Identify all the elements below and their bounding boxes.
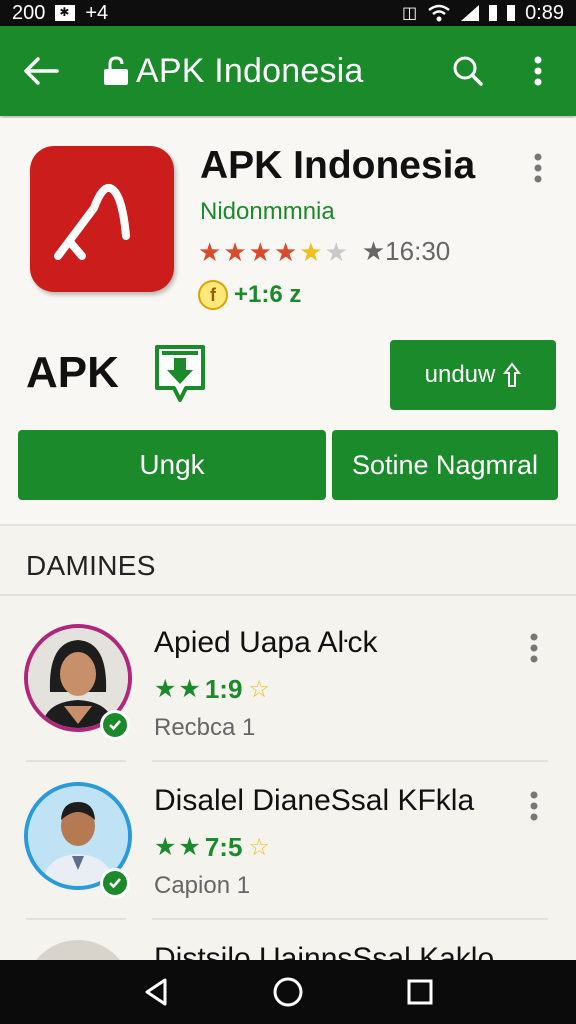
verified-badge-icon [100,868,130,898]
item-rating: ★ ★ 7:5 ☆ [154,832,270,863]
vibrate-icon: ◫ [401,5,418,22]
app-icon [30,146,174,292]
item-subtitle: Recbca 1 [154,714,256,741]
app-more-button[interactable] [520,148,556,188]
developer-name[interactable]: Nidonmmnia [200,198,335,226]
section-title: DAMINES [26,550,156,581]
navigation-bar [0,960,576,1024]
nav-recents-button[interactable] [398,970,442,1014]
app-name: APK Indonesia [200,144,476,187]
back-triangle-icon [145,978,167,1006]
status-bar: 200 +4 ◫ 0:89 [0,0,576,26]
app-rating: ★ ★ ★ ★ ★ ★ ★16:30 [198,236,450,267]
more-vert-icon [530,791,538,821]
status-text: 200 [12,1,46,24]
item-more-button[interactable] [518,630,550,666]
signal-icon [461,5,480,21]
star-icon: ★ [178,675,201,703]
download-badge-icon[interactable] [154,344,206,408]
search-button[interactable] [446,49,490,93]
status-time: 0:89 [525,1,564,24]
overflow-menu-button[interactable] [516,49,560,93]
notification-icon [55,5,76,21]
secondary-action-button[interactable]: Sotine Nagmral [332,430,558,500]
outline-star-icon: ☆ [248,676,270,703]
rating-count: ★16:30 [361,236,451,266]
list-item[interactable]: Apied Uapa Aŀck ★ ★ 1:9 ☆ Recbca 1 [0,624,576,774]
back-arrow-icon [24,57,59,85]
status-extra: +4 [85,1,109,24]
empty-star-icon: ★ [324,236,348,267]
star-icon: ★ [248,236,272,267]
star-icon: ★ [198,236,222,267]
upload-arrow-icon [503,362,522,387]
item-more-button[interactable] [518,788,550,824]
primary-action-button[interactable]: Ungk [18,430,326,500]
lock-icon [104,56,128,85]
list-item[interactable]: Distsilo UainnsSsal Kaklo [0,940,576,960]
app-bar: APK Indonesia [0,26,576,116]
star-icon: ★ [178,833,201,861]
app-logo-icon [54,183,130,260]
item-title: Apied Uapa Aŀck [154,626,378,659]
coin-icon: f [198,280,228,310]
list-divider [152,918,548,920]
item-subtitle: Capion 1 [154,872,251,899]
wifi-icon [428,4,450,22]
coin-row: f +1:6 z [198,280,301,310]
app-header-card: APK Indonesia Nidonmmnia ★ ★ ★ ★ ★ ★ ★16… [0,118,576,526]
app-bar-title: APK Indonesia [136,51,364,90]
search-icon [453,56,483,86]
coin-text: +1:6 z [234,281,302,308]
unduh-button[interactable]: unduw [390,340,556,410]
nav-back-button[interactable] [134,970,178,1014]
list-divider [152,760,548,762]
list-divider [26,918,126,920]
unduh-label: unduw [424,361,496,388]
battery-icon-2 [507,5,516,21]
half-star-icon: ★ [299,236,323,267]
star-icon: ★ [154,833,177,861]
more-vert-icon [534,56,542,86]
item-rating-value: 7:5 [204,832,243,862]
outline-star-icon: ☆ [248,834,270,861]
back-button[interactable] [16,46,66,96]
star-icon: ★ [223,236,247,267]
home-circle-icon [273,977,303,1007]
item-title: Distsilo UainnsSsal Kaklo [154,942,495,960]
section-divider [0,594,576,596]
nav-home-button[interactable] [266,970,310,1014]
item-title: Disalel DianeSsal KFkla [154,784,475,817]
list-divider [26,760,126,762]
more-vert-icon [534,153,542,183]
item-rating: ★ ★ 1:9 ☆ [154,674,270,705]
item-rating-value: 1:9 [204,674,243,704]
verified-badge-icon [100,710,130,740]
avatar [24,940,132,960]
apk-label: APK [26,348,119,397]
star-icon: ★ [154,675,177,703]
list-item[interactable]: Disalel DianeSsal KFkla ★ ★ 7:5 ☆ Capion… [0,782,576,932]
star-icon: ★ [273,236,298,267]
battery-icon [489,5,498,21]
more-vert-icon [530,633,538,663]
recents-square-icon [407,979,433,1005]
app-bar-title-group: APK Indonesia [102,52,364,91]
